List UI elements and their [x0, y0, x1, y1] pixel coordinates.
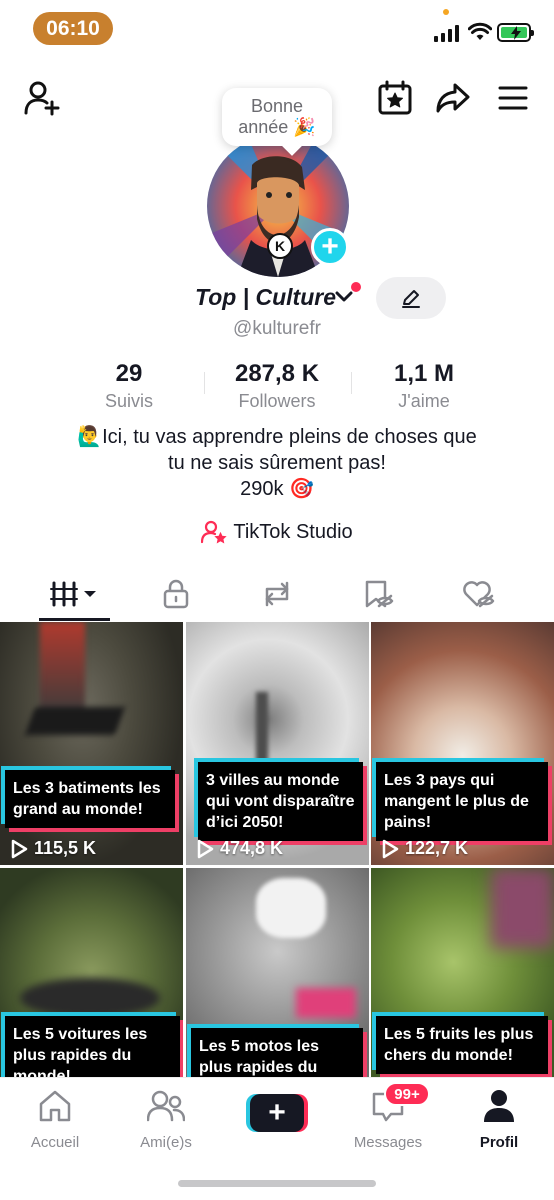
stat-following-value: 29: [115, 360, 143, 387]
bio-line-1: 🙋‍♂️Ici, tu vas apprendre pleins de chos…: [77, 426, 477, 448]
video-tile[interactable]: 3 villes au monde qui vont disparaître d…: [186, 622, 369, 865]
display-name[interactable]: Top | Culture: [195, 284, 336, 311]
nav-friends-label: Ami(e)s: [140, 1134, 192, 1151]
notification-dot: [351, 282, 361, 292]
active-tab-indicator: [39, 618, 110, 621]
profile-avatar[interactable]: K +: [207, 135, 349, 277]
stat-following[interactable]: 29 Suivis: [54, 360, 204, 412]
heart-hidden-icon: [463, 581, 495, 608]
video-caption: Les 5 voitures les plus rapides du monde…: [5, 1016, 180, 1077]
messages-badge: 99+: [384, 1082, 430, 1106]
privacy-indicator-dot: [443, 9, 449, 15]
pencil-icon: [402, 290, 420, 308]
tiktok-studio-link[interactable]: TikTok Studio: [0, 520, 554, 544]
status-time: 06:10: [33, 12, 113, 45]
stat-followers-value: 287,8 K: [234, 360, 320, 387]
tab-reposts[interactable]: [227, 568, 327, 620]
nav-home-label: Accueil: [30, 1134, 80, 1151]
stat-likes-value: 1,1 M: [393, 360, 455, 387]
profile-icon: [484, 1090, 514, 1122]
stat-likes[interactable]: 1,1 M J'aime: [349, 360, 499, 412]
edit-profile-button[interactable]: [376, 277, 446, 319]
video-grid-icon: [50, 581, 96, 607]
video-caption: Les 5 motos les plus rapides du monde!: [191, 1028, 363, 1077]
add-story-button[interactable]: +: [311, 228, 349, 266]
create-button[interactable]: +: [246, 1094, 308, 1132]
tab-favorites[interactable]: [328, 568, 428, 620]
studio-person-star-icon: [201, 520, 227, 544]
friends-icon: [147, 1090, 185, 1122]
note-bubble[interactable]: Bonne année 🎉: [222, 88, 332, 146]
video-tile[interactable]: Les 5 motos les plus rapides du monde!: [186, 868, 369, 1077]
name-row: Top | Culture: [0, 277, 554, 319]
video-views-count: 474,8 K: [220, 838, 284, 858]
tiktok-studio-label: TikTok Studio: [233, 520, 353, 543]
video-caption: Les 3 pays qui mangent le plus de pains!: [376, 762, 548, 841]
tab-videos[interactable]: [25, 568, 125, 620]
profile-stats: 29 Suivis 287,8 K Followers 1,1 M J'aime: [0, 360, 554, 412]
nav-home[interactable]: Accueil: [5, 1088, 105, 1151]
home-indicator: [178, 1180, 376, 1187]
nav-messages-label: Messages: [353, 1134, 423, 1151]
menu-icon[interactable]: [493, 78, 533, 118]
video-caption: 3 villes au monde qui vont disparaître d…: [198, 762, 363, 841]
home-icon: [39, 1090, 71, 1122]
bio-line-2: tu ne sais sûrement pas!: [168, 452, 386, 474]
tab-liked[interactable]: [429, 568, 529, 620]
chevron-down-icon[interactable]: [335, 290, 353, 304]
status-bar: 06:10: [0, 0, 554, 60]
nav-profile-label: Profil: [479, 1134, 519, 1151]
video-views-count: 115,5 K: [34, 838, 97, 858]
calendar-star-icon[interactable]: [375, 78, 415, 118]
lock-icon: [163, 579, 189, 609]
stat-followers[interactable]: 287,8 K Followers: [202, 360, 352, 412]
play-icon: [382, 839, 399, 858]
battery-icon: [497, 23, 534, 42]
video-caption: Les 5 fruits les plus chers du monde!: [376, 1016, 548, 1074]
add-friend-icon[interactable]: [22, 78, 62, 118]
nav-profile[interactable]: Profil: [449, 1088, 549, 1151]
video-caption: Les 3 batiments les grand au monde!: [5, 770, 175, 828]
video-thumbnail: [0, 622, 183, 865]
video-views: 474,8 K: [196, 838, 283, 859]
bio-line-3: 290k 🎯: [240, 478, 314, 500]
video-tile[interactable]: Les 5 fruits les plus chers du monde!: [371, 868, 554, 1077]
repost-icon: [265, 581, 289, 607]
video-tile[interactable]: Les 5 voitures les plus rapides du monde…: [0, 868, 183, 1077]
video-grid: Les 3 batiments les grand au monde! 115,…: [0, 622, 554, 1077]
nav-friends[interactable]: Ami(e)s: [116, 1088, 216, 1151]
wifi-icon: [468, 22, 492, 40]
creator-badge: K: [267, 233, 293, 259]
video-tile[interactable]: Les 3 batiments les grand au monde! 115,…: [0, 622, 183, 865]
video-views: 122,7 K: [381, 838, 468, 859]
video-views: 115,5 K: [10, 838, 96, 859]
tab-private[interactable]: [126, 568, 226, 620]
stat-likes-label: J'aime: [398, 391, 450, 411]
profile-tabs: [0, 568, 554, 622]
bio[interactable]: 🙋‍♂️Ici, tu vas apprendre pleins de chos…: [30, 424, 524, 502]
play-icon: [11, 839, 28, 858]
create-plus-icon: +: [250, 1094, 304, 1132]
play-icon: [197, 839, 214, 858]
video-views-count: 122,7 K: [405, 838, 469, 858]
share-icon[interactable]: [433, 78, 473, 118]
bookmark-hidden-icon: [365, 580, 394, 608]
stat-following-label: Suivis: [104, 391, 153, 411]
cellular-signal-icon: [434, 24, 459, 42]
note-line-1: Bonne: [250, 96, 304, 116]
stat-followers-label: Followers: [238, 391, 316, 411]
video-tile[interactable]: Les 3 pays qui mangent le plus de pains!…: [371, 622, 554, 865]
note-line-2: année 🎉: [238, 117, 316, 137]
username: @kulturefr: [233, 318, 321, 339]
